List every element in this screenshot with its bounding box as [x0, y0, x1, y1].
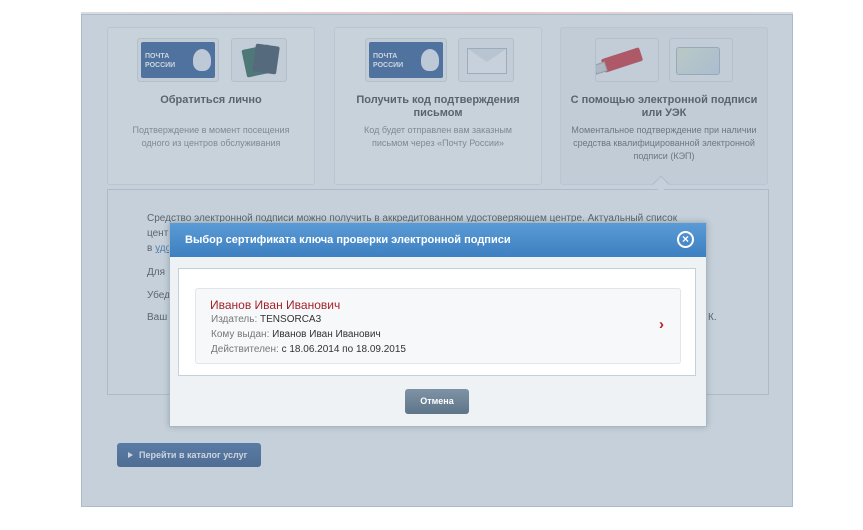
validity-label: Действителен: — [211, 344, 279, 355]
dialog-title: Выбор сертификата ключа проверки электро… — [185, 234, 511, 246]
certificate-item[interactable]: Иванов Иван Иванович Издатель: TENSORCA3… — [195, 288, 681, 364]
chevron-right-icon: › — [659, 316, 664, 333]
certificate-selection-dialog: Выбор сертификата ключа проверки электро… — [169, 222, 707, 427]
subject-value: Иванов Иван Иванович — [272, 329, 381, 340]
certificate-subject: Кому выдан: Иванов Иван Иванович — [211, 329, 381, 340]
subject-label: Кому выдан: — [211, 329, 270, 340]
issuer-label: Издатель: — [211, 314, 258, 325]
issuer-value: TENSORCA3 — [260, 314, 322, 325]
cancel-button[interactable]: Отмена — [405, 389, 469, 414]
certificate-list: Иванов Иван Иванович Издатель: TENSORCA3… — [178, 268, 696, 376]
validity-value: с 18.06.2014 по 18.09.2015 — [281, 344, 406, 355]
close-icon[interactable]: × — [677, 231, 694, 248]
certificate-validity: Действителен: с 18.06.2014 по 18.09.2015 — [211, 344, 406, 355]
certificate-owner-name: Иванов Иван Иванович — [210, 298, 341, 312]
dialog-header: Выбор сертификата ключа проверки электро… — [170, 223, 706, 257]
certificate-issuer: Издатель: TENSORCA3 — [211, 314, 321, 325]
